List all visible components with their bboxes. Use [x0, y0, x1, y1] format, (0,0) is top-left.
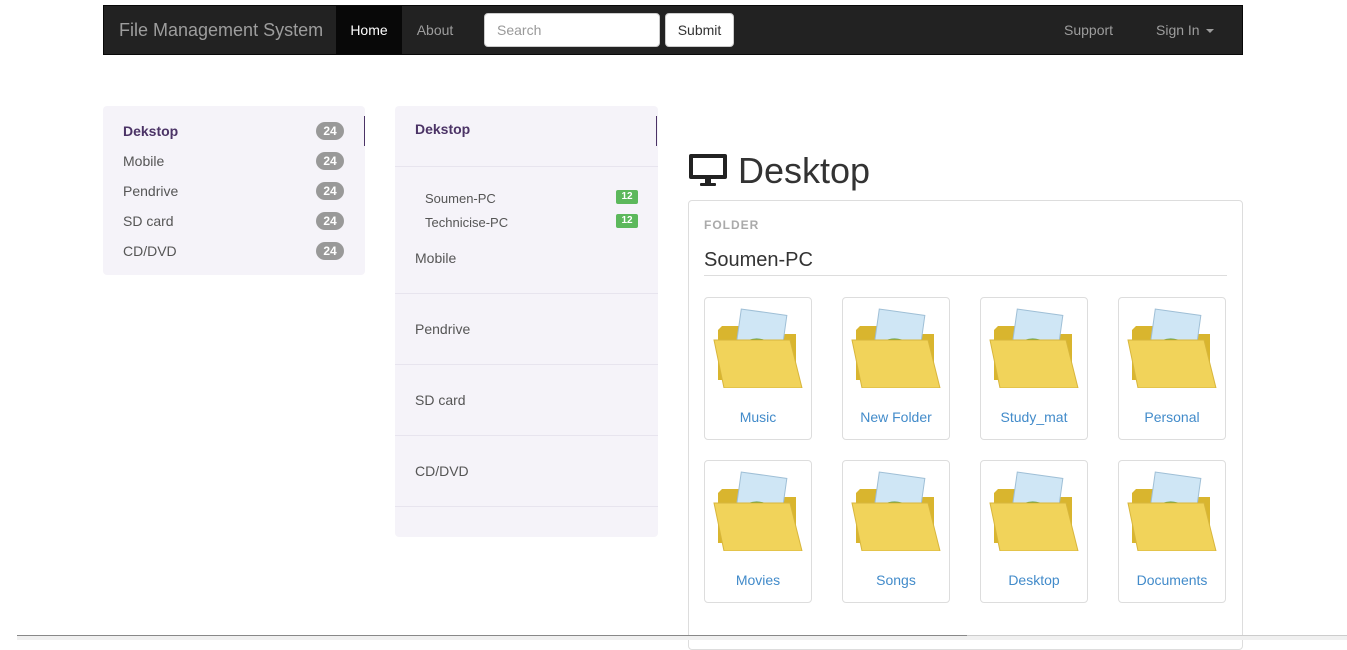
tree-item-cddvd[interactable]: CD/DVD [415, 463, 469, 479]
divider [395, 506, 658, 507]
count-badge: 24 [316, 242, 344, 260]
divider [395, 364, 658, 365]
sidebar-left: Dekstop 24 Mobile 24 Pendrive 24 SD card… [103, 106, 365, 275]
active-indicator [656, 116, 657, 146]
count-badge: 24 [316, 152, 344, 170]
computer-name: Soumen-PC [704, 249, 813, 271]
sidebar-item-cddvd[interactable]: CD/DVD [123, 241, 177, 261]
folder-tile-new-folder[interactable]: New Folder [842, 297, 950, 440]
divider [395, 435, 658, 436]
sidebar-item-pendrive[interactable]: Pendrive [123, 181, 178, 201]
sidebar-item-mobile[interactable]: Mobile [123, 151, 164, 171]
search-input[interactable] [484, 13, 660, 47]
section-label: FOLDER [704, 218, 760, 232]
folder-name: New Folder [860, 409, 932, 425]
scrollbar-thumb[interactable] [17, 635, 967, 640]
folder-name: Music [739, 409, 777, 425]
brand-title[interactable]: File Management System [119, 6, 323, 54]
folder-name: Desktop [1008, 572, 1060, 588]
tree-subitem-technicise-pc[interactable]: Technicise-PC [425, 215, 508, 230]
nav-support-link[interactable]: Support [1064, 6, 1113, 54]
count-badge: 24 [316, 122, 344, 140]
tree-item-mobile[interactable]: Mobile [415, 250, 456, 266]
count-badge: 24 [316, 182, 344, 200]
top-navbar: File Management System Home About Submit… [103, 5, 1243, 55]
tree-subitem-soumen-pc[interactable]: Soumen-PC [425, 191, 496, 206]
folder-icon [989, 308, 1079, 388]
divider [704, 275, 1227, 276]
count-badge: 24 [316, 212, 344, 230]
folder-icon [713, 471, 803, 551]
folder-name: Documents [1136, 572, 1208, 588]
folder-tile-music[interactable]: Music [704, 297, 812, 440]
divider [395, 293, 658, 294]
folder-tile-study-mat[interactable]: Study_mat [980, 297, 1088, 440]
tree-item-desktop[interactable]: Dekstop [415, 121, 470, 137]
folder-tile-movies[interactable]: Movies [704, 460, 812, 603]
count-badge: 12 [616, 190, 638, 204]
tree-item-pendrive[interactable]: Pendrive [415, 321, 470, 337]
tree-item-sdcard[interactable]: SD card [415, 392, 466, 408]
count-badge: 12 [616, 214, 638, 228]
divider [395, 166, 658, 167]
sidebar-tree: Dekstop Soumen-PC 12 Technicise-PC 12 Mo… [395, 106, 658, 537]
folder-tile-personal[interactable]: Personal [1118, 297, 1226, 440]
caret-down-icon [1205, 29, 1214, 34]
signin-label: Sign In [1156, 22, 1200, 38]
sidebar-item-sdcard[interactable]: SD card [123, 211, 174, 231]
submit-button[interactable]: Submit [665, 13, 734, 47]
folder-icon [989, 471, 1079, 551]
folder-icon [1127, 308, 1217, 388]
nav-home-link[interactable]: Home [336, 6, 402, 54]
desktop-monitor-icon [689, 154, 727, 186]
folder-tile-songs[interactable]: Songs [842, 460, 950, 603]
sidebar-item-desktop[interactable]: Dekstop [123, 121, 178, 141]
folder-name: Movies [735, 572, 781, 588]
folder-icon [713, 308, 803, 388]
active-indicator [364, 116, 365, 146]
folder-icon [851, 308, 941, 388]
folder-name: Songs [876, 572, 916, 588]
folder-icon [1127, 471, 1217, 551]
folder-icon [851, 471, 941, 551]
folder-panel: FOLDER Soumen-PC Music New Folder Study_… [688, 200, 1243, 650]
folder-name: Personal [1144, 409, 1200, 425]
folder-name: Study_mat [1000, 409, 1068, 425]
folder-tile-documents[interactable]: Documents [1118, 460, 1226, 603]
folder-tile-desktop[interactable]: Desktop [980, 460, 1088, 603]
nav-about-link[interactable]: About [402, 6, 468, 54]
page-title: Desktop [738, 150, 871, 191]
nav-signin-dropdown[interactable]: Sign In [1156, 6, 1214, 54]
